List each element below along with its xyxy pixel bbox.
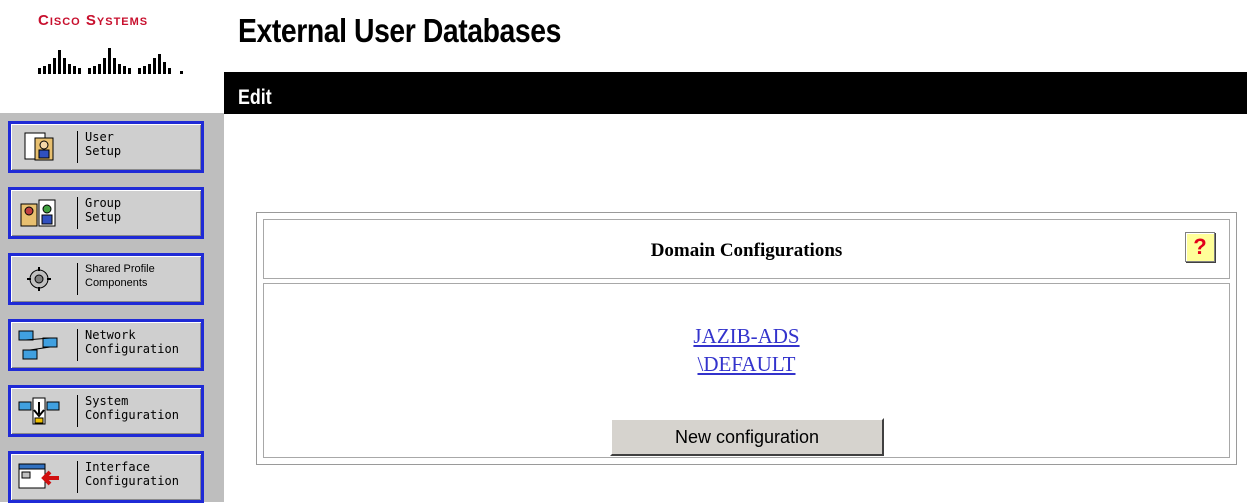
interface-config-icon: [18, 463, 59, 489]
cisco-bridge-icon: [38, 48, 183, 74]
network-config-icon: [18, 330, 58, 360]
help-button[interactable]: ?: [1185, 232, 1215, 262]
domain-link-jazib-ads[interactable]: JAZIB-ADS: [264, 324, 1229, 349]
page-title: External User Databases: [238, 12, 561, 49]
panel-title: Domain Configurations: [650, 240, 843, 261]
sidebar-item-label: Interface Configuration: [85, 460, 179, 488]
panel-header: Domain Configurations ?: [263, 219, 1230, 279]
sidebar-item-user-setup[interactable]: User Setup: [8, 121, 204, 173]
nav-separator: [77, 395, 78, 427]
sidebar-nav: User Setup Group Setup Shared Profile Co…: [0, 113, 224, 503]
sidebar: Cisco Systems User Setup Group Setup Sha…: [0, 0, 224, 503]
nav-separator: [77, 197, 78, 229]
panel-body: JAZIB-ADS \DEFAULT New configuration: [263, 283, 1230, 458]
nav-separator: [77, 461, 78, 493]
brand-name: Cisco Systems: [38, 12, 149, 29]
sidebar-item-system-configuration[interactable]: System Configuration: [8, 385, 204, 437]
nav-separator: [77, 329, 78, 361]
nav-separator: [77, 131, 78, 163]
sidebar-item-network-configuration[interactable]: Network Configuration: [8, 319, 204, 371]
group-setup-icon: [20, 199, 56, 227]
system-config-icon: [18, 397, 60, 425]
sidebar-item-group-setup[interactable]: Group Setup: [8, 187, 204, 239]
domain-configurations-panel: Domain Configurations ? JAZIB-ADS \DEFAU…: [256, 212, 1237, 465]
shared-profile-icon: [27, 267, 51, 291]
section-label: Edit: [238, 86, 272, 109]
domain-link-default[interactable]: \DEFAULT: [264, 352, 1229, 377]
cisco-logo: Cisco Systems: [10, 6, 210, 88]
sidebar-item-label: Group Setup: [85, 196, 122, 224]
user-setup-icon: [24, 132, 54, 161]
new-configuration-button[interactable]: New configuration: [610, 418, 884, 456]
sidebar-item-label: System Configuration: [85, 394, 179, 422]
sidebar-item-label: Shared Profile Components: [85, 263, 155, 289]
nav-separator: [77, 263, 78, 295]
section-bar: Edit: [224, 72, 1247, 114]
sidebar-item-label: User Setup: [85, 130, 122, 158]
sidebar-item-label: Network Configuration: [85, 328, 179, 356]
sidebar-item-interface-configuration[interactable]: Interface Configuration: [8, 451, 204, 503]
sidebar-item-shared-profile-components[interactable]: Shared Profile Components: [8, 253, 204, 305]
